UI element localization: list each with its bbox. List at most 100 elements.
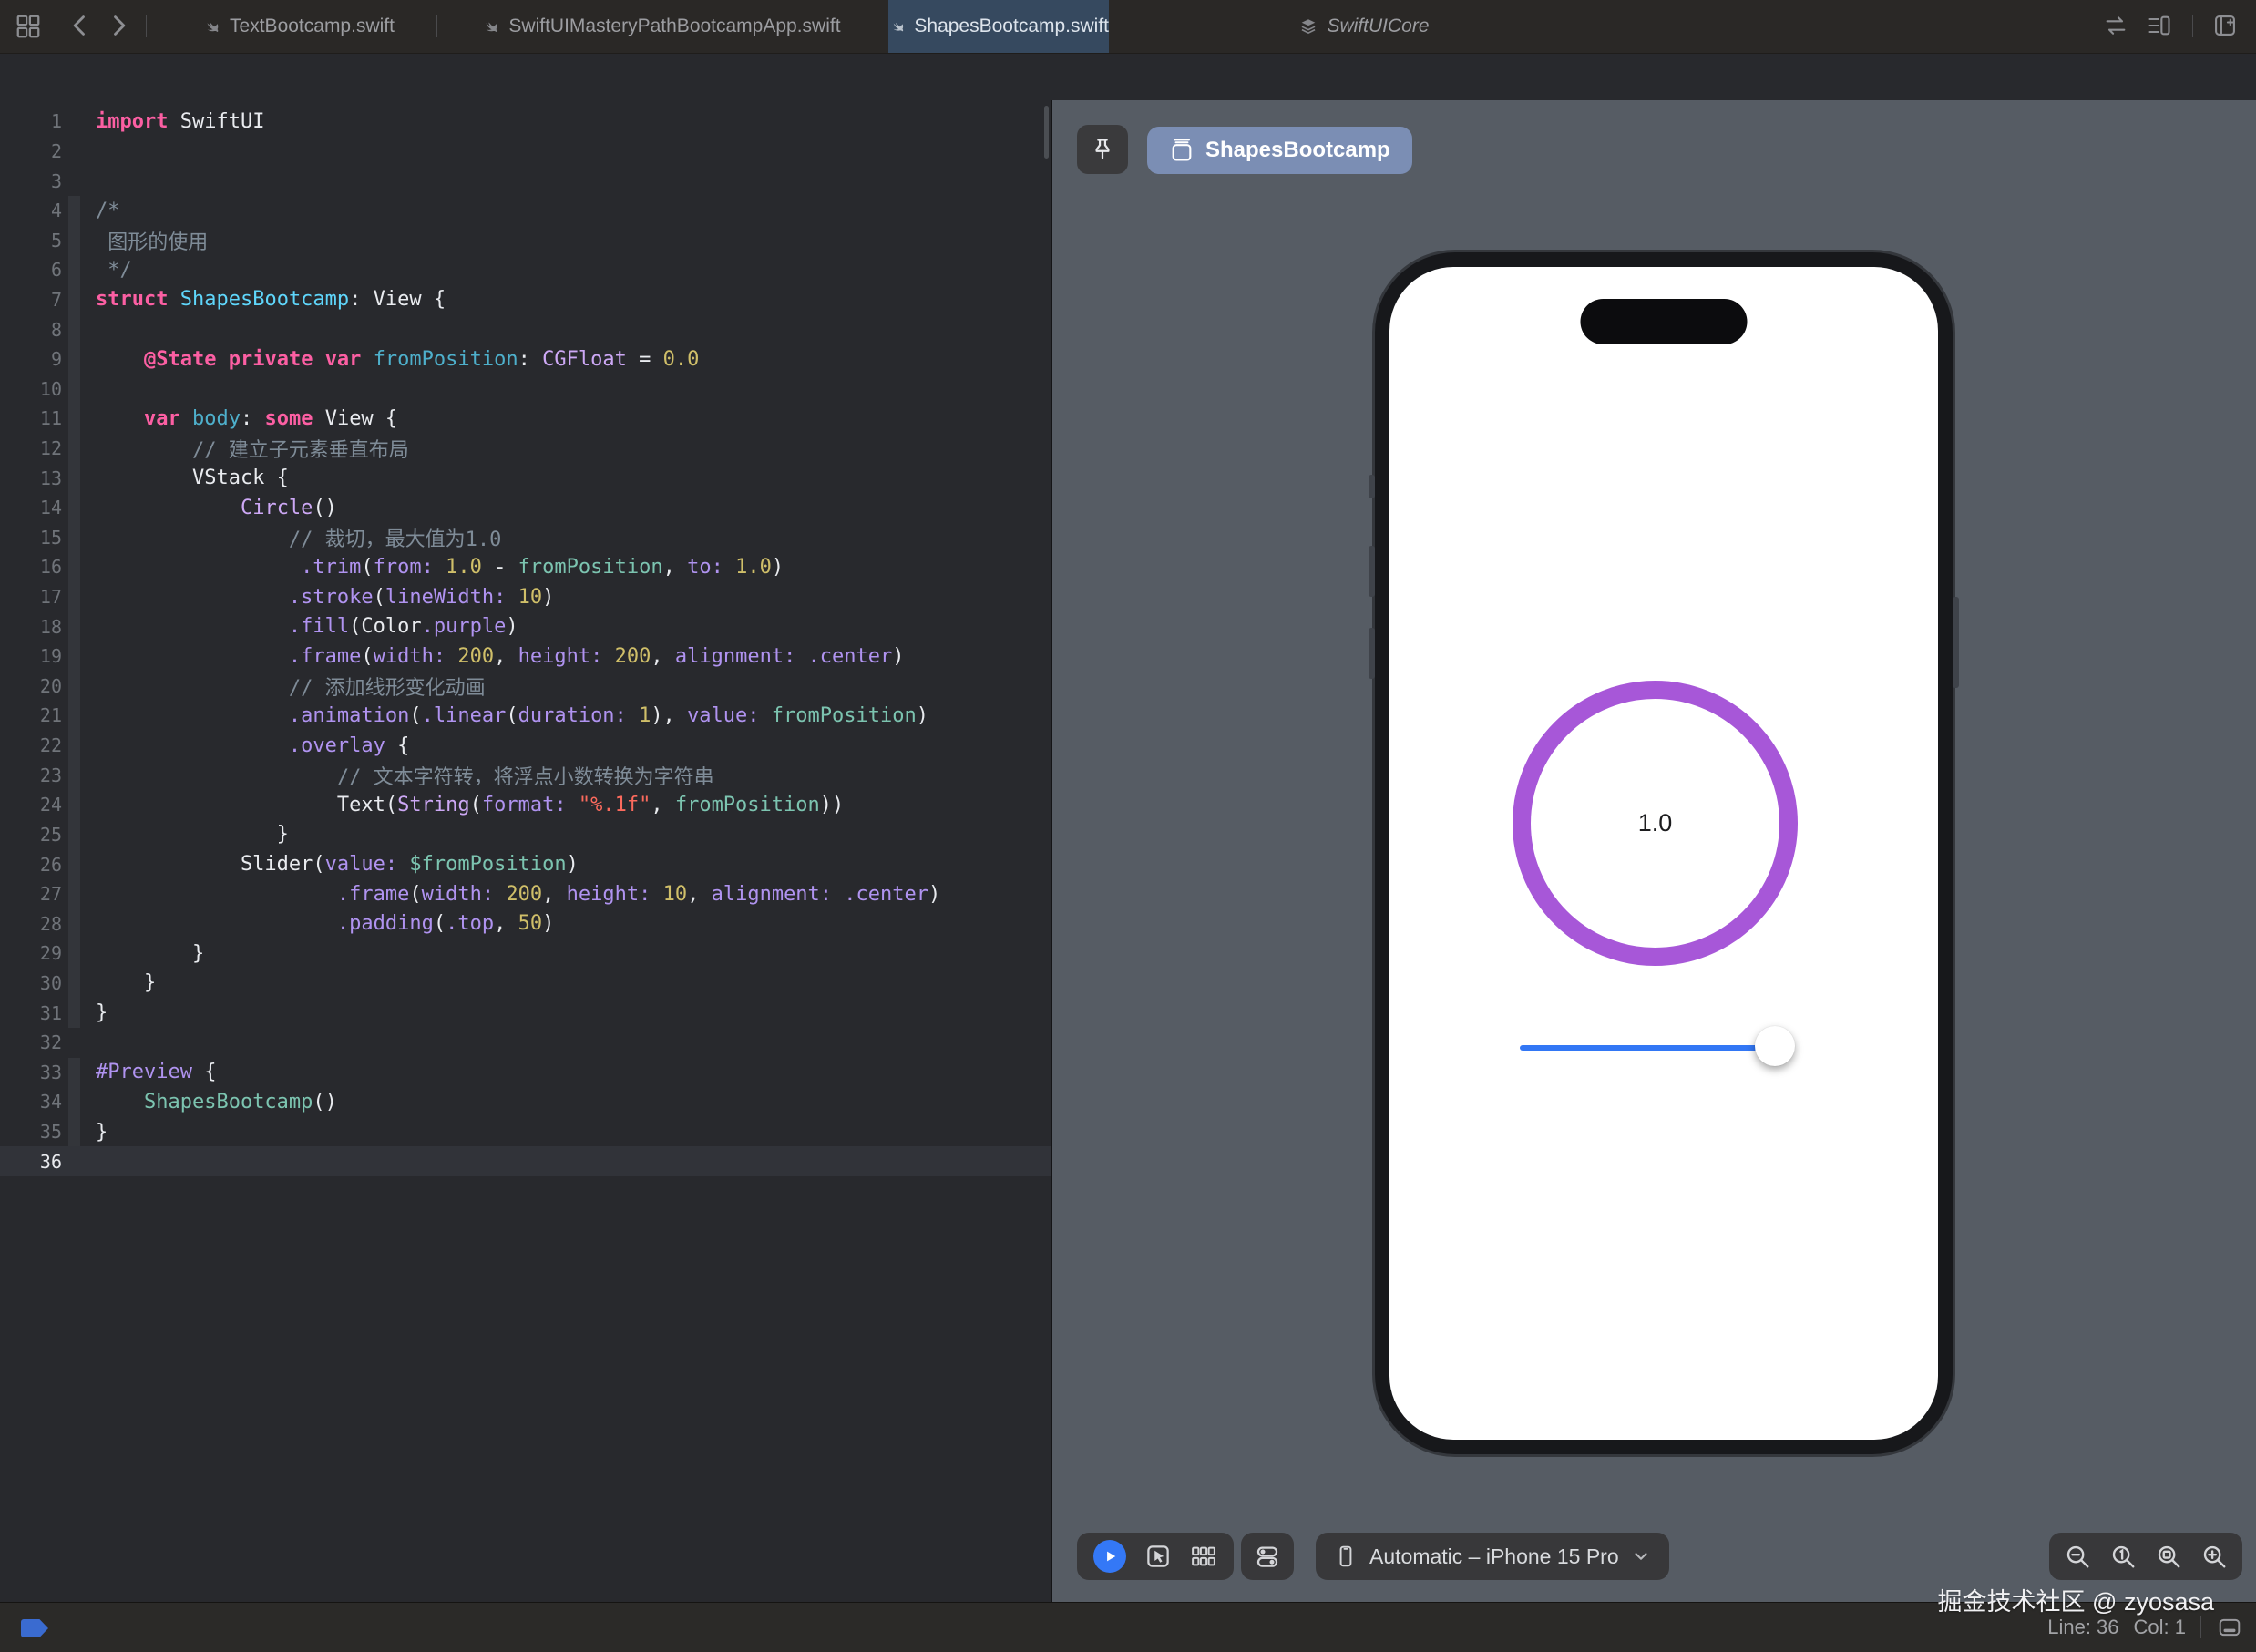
fold-ribbon[interactable] [68,1146,80,1176]
line-number[interactable]: 25 [0,824,62,846]
fold-ribbon[interactable] [68,969,80,999]
fold-ribbon[interactable] [68,1028,80,1058]
fold-ribbon[interactable] [68,314,80,344]
fold-ribbon[interactable] [68,790,80,820]
fold-ribbon[interactable] [68,463,80,493]
line-number[interactable]: 20 [0,675,62,697]
line-number[interactable]: 33 [0,1062,62,1083]
line-number[interactable]: 21 [0,704,62,726]
tab-shapesbootcamp-swift[interactable]: ShapesBootcamp.swift [888,0,1109,53]
fold-ribbon[interactable] [68,552,80,582]
line-number[interactable]: 36 [0,1151,62,1173]
pin-preview-button[interactable] [1077,125,1128,174]
line-number[interactable]: 12 [0,437,62,459]
device-settings-button[interactable] [1241,1533,1294,1580]
fold-ribbon[interactable] [68,1058,80,1088]
line-number[interactable]: 28 [0,913,62,935]
line-number[interactable]: 27 [0,883,62,905]
selectable-mode-icon[interactable] [1144,1543,1172,1570]
editor-scrollbar[interactable] [1044,106,1049,159]
line-number[interactable]: 9 [0,348,62,370]
back-icon[interactable] [67,13,93,38]
fold-ribbon[interactable] [68,137,80,167]
fold-ribbon[interactable] [68,1117,80,1147]
fold-ribbon[interactable] [68,404,80,434]
editor-layout-icon[interactable] [15,13,42,40]
swift-icon [201,16,221,36]
line-number[interactable]: 13 [0,467,62,489]
fold-ribbon[interactable] [68,493,80,523]
zoom-100-icon[interactable] [2109,1543,2137,1570]
breakpoint-tag[interactable] [21,1619,48,1637]
line-number[interactable]: 8 [0,319,62,341]
zoom-in-icon[interactable] [2200,1543,2228,1570]
line-number[interactable]: 19 [0,645,62,667]
fold-ribbon[interactable] [68,225,80,255]
fold-ribbon[interactable] [68,701,80,731]
line-number[interactable]: 14 [0,497,62,518]
line-number[interactable]: 7 [0,289,62,311]
tab-swiftuicore[interactable]: SwiftUICore [1256,0,1472,53]
line-number[interactable]: 1 [0,110,62,132]
zoom-out-icon[interactable] [2064,1543,2091,1570]
line-number[interactable]: 34 [0,1091,62,1113]
zoom-fit-icon[interactable] [2155,1543,2182,1570]
line-number[interactable]: 4 [0,200,62,221]
line-number[interactable]: 31 [0,1002,62,1024]
line-number[interactable]: 32 [0,1031,62,1053]
line-number[interactable]: 6 [0,259,62,281]
line-number[interactable]: 11 [0,407,62,429]
fold-ribbon[interactable] [68,255,80,285]
forward-icon[interactable] [106,13,131,38]
line-number[interactable]: 16 [0,556,62,578]
line-number[interactable]: 2 [0,140,62,162]
fold-ribbon[interactable] [68,849,80,879]
variants-mode-icon[interactable] [1190,1543,1217,1570]
fold-ribbon[interactable] [68,998,80,1028]
preview-target-pill[interactable]: ShapesBootcamp [1147,127,1412,174]
slider-track[interactable] [1520,1045,1789,1051]
fold-ribbon[interactable] [68,939,80,969]
line-number[interactable]: 5 [0,230,62,251]
add-editor-icon[interactable] [2212,13,2238,38]
tab-textbootcamp-swift[interactable]: TextBootcamp.swift [168,0,428,53]
line-number[interactable]: 30 [0,972,62,994]
editor-options-icon[interactable] [2147,13,2172,38]
fold-ribbon[interactable] [68,582,80,612]
bottom-bar-toggle-icon[interactable] [2216,1616,2243,1639]
tab-swiftuimasterypathbootcampapp-swift[interactable]: SwiftUIMasteryPathBootcampApp.swift [445,0,877,53]
fold-ribbon[interactable] [68,879,80,909]
fold-ribbon[interactable] [68,107,80,137]
live-preview-button[interactable] [1093,1540,1126,1573]
fold-ribbon[interactable] [68,344,80,375]
line-number[interactable]: 35 [0,1121,62,1143]
line-number[interactable]: 22 [0,734,62,756]
line-number[interactable]: 17 [0,586,62,608]
fold-ribbon[interactable] [68,374,80,404]
line-number[interactable]: 18 [0,616,62,638]
line-number[interactable]: 10 [0,378,62,400]
line-number[interactable]: 15 [0,527,62,549]
fold-ribbon[interactable] [68,641,80,672]
fold-ribbon[interactable] [68,166,80,196]
line-number[interactable]: 3 [0,170,62,192]
fold-ribbon[interactable] [68,908,80,939]
fold-ribbon[interactable] [68,611,80,641]
line-number[interactable]: 26 [0,854,62,876]
preview-device-picker[interactable]: Automatic – iPhone 15 Pro [1316,1533,1669,1580]
line-number[interactable]: 29 [0,942,62,964]
swap-editors-icon[interactable] [2103,13,2128,38]
code-editor[interactable]: 1import SwiftUI234/*5 图形的使用6 */7struct S… [0,100,1051,1602]
fold-ribbon[interactable] [68,820,80,850]
slider-thumb[interactable] [1755,1026,1795,1066]
fold-ribbon[interactable] [68,434,80,464]
fold-ribbon[interactable] [68,1087,80,1117]
fold-ribbon[interactable] [68,760,80,790]
fold-ribbon[interactable] [68,285,80,315]
line-number[interactable]: 24 [0,794,62,816]
fold-ribbon[interactable] [68,196,80,226]
line-number[interactable]: 23 [0,764,62,786]
fold-ribbon[interactable] [68,731,80,761]
fold-ribbon[interactable] [68,672,80,702]
fold-ribbon[interactable] [68,523,80,553]
